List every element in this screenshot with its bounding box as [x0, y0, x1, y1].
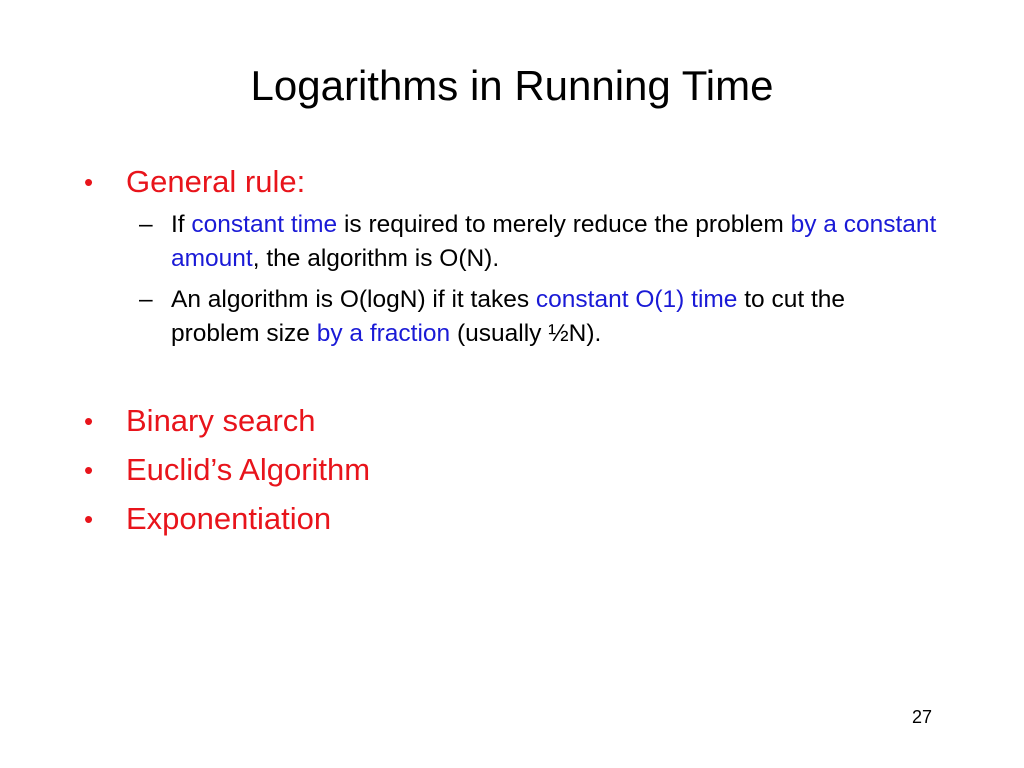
dash-icon: –: [139, 211, 153, 238]
bullet-icon: •: [84, 455, 94, 485]
bullet-exponentiation: • Exponentiation: [84, 499, 331, 539]
bullet-icon: •: [84, 167, 94, 197]
bullet-label: Exponentiation: [126, 501, 332, 536]
highlighted-text: constant O(1) time: [535, 286, 738, 313]
bullet-label: General rule:: [126, 164, 306, 199]
sub-point-text: If constant time is required to merely r…: [171, 208, 939, 276]
bullet-general-rule: • General rule:: [84, 162, 305, 202]
highlighted-text: constant time: [191, 211, 338, 238]
text-segment: An algorithm is O(logN) if it takes: [171, 286, 536, 313]
text-segment: If: [171, 211, 192, 238]
sub-point-logn: – An algorithm is O(logN) if it takes co…: [139, 283, 939, 351]
text-segment: (usually ½N).: [450, 320, 602, 347]
bullet-euclids-algorithm: • Euclid’s Algorithm: [84, 450, 370, 490]
bullet-icon: •: [84, 504, 94, 534]
text-segment: is required to merely reduce the problem: [337, 211, 791, 238]
bullet-icon: •: [84, 406, 94, 436]
text-segment: , the algorithm is O(N).: [252, 245, 500, 272]
bullet-binary-search: • Binary search: [84, 401, 316, 441]
bullet-label: Binary search: [126, 403, 316, 438]
page-number: 27: [912, 707, 933, 727]
slide-title: Logarithms in Running Time: [250, 62, 774, 109]
sub-point-text: An algorithm is O(logN) if it takes cons…: [171, 283, 939, 351]
sub-point-constant-time: – If constant time is required to merely…: [139, 208, 939, 276]
dash-icon: –: [139, 286, 153, 313]
bullet-label: Euclid’s Algorithm: [126, 452, 371, 487]
highlighted-text: by a fraction: [316, 320, 451, 347]
